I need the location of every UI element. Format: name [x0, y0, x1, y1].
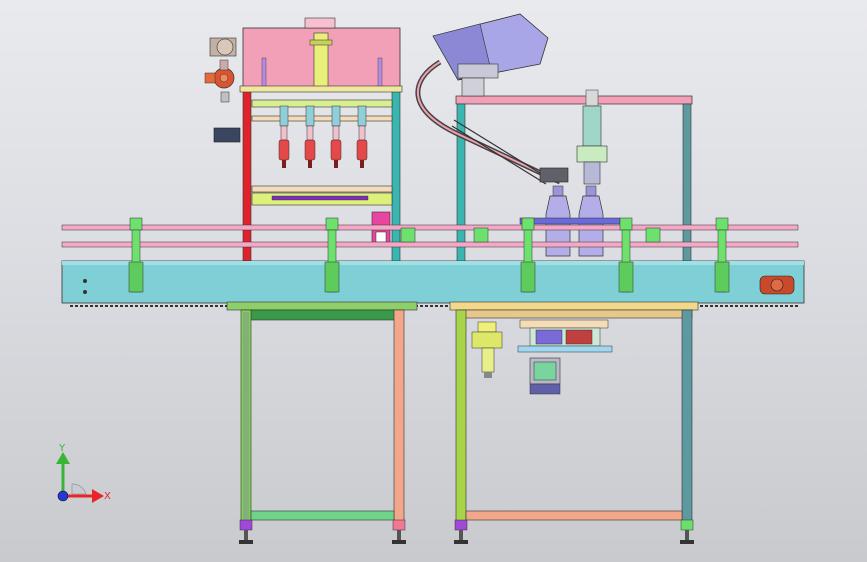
conveyor-end-bearing	[759, 275, 795, 295]
conveyor-body	[61, 260, 805, 304]
nozzle-4	[356, 105, 368, 168]
conveyor	[61, 260, 805, 307]
guide-rail-lower	[61, 241, 799, 248]
nozzle-3	[330, 105, 342, 168]
rail-bracket	[520, 217, 536, 293]
rail-bracket	[714, 217, 730, 293]
x-axis-label: X	[104, 491, 111, 502]
capper-station	[415, 13, 693, 305]
cad-viewport[interactable]: Y X	[0, 0, 867, 562]
capper-base-frame	[449, 301, 699, 544]
nozzle-1	[278, 105, 290, 168]
rail-bracket	[618, 217, 634, 293]
filler-station	[204, 17, 403, 304]
y-axis-label: Y	[58, 443, 66, 454]
z-axis-dot	[57, 490, 69, 502]
capper-leg-left	[455, 309, 467, 523]
nozzle-2	[304, 105, 316, 168]
cap-hopper	[432, 13, 549, 97]
filler-leg-right	[393, 309, 405, 523]
coordinate-triad[interactable]: Y X	[56, 443, 111, 503]
filler-top-handle	[304, 17, 336, 29]
guide-rail-upper	[61, 224, 799, 231]
cap-chute	[415, 59, 562, 185]
filling-nozzles	[278, 105, 368, 168]
capper-drive	[517, 319, 613, 395]
filler-base-frame	[226, 301, 418, 544]
air-filter-regulator	[471, 321, 503, 378]
rail-bracket	[324, 217, 340, 293]
capper-leg-right	[681, 309, 693, 523]
rail-bracket	[128, 217, 144, 293]
filler-pump	[204, 37, 241, 143]
